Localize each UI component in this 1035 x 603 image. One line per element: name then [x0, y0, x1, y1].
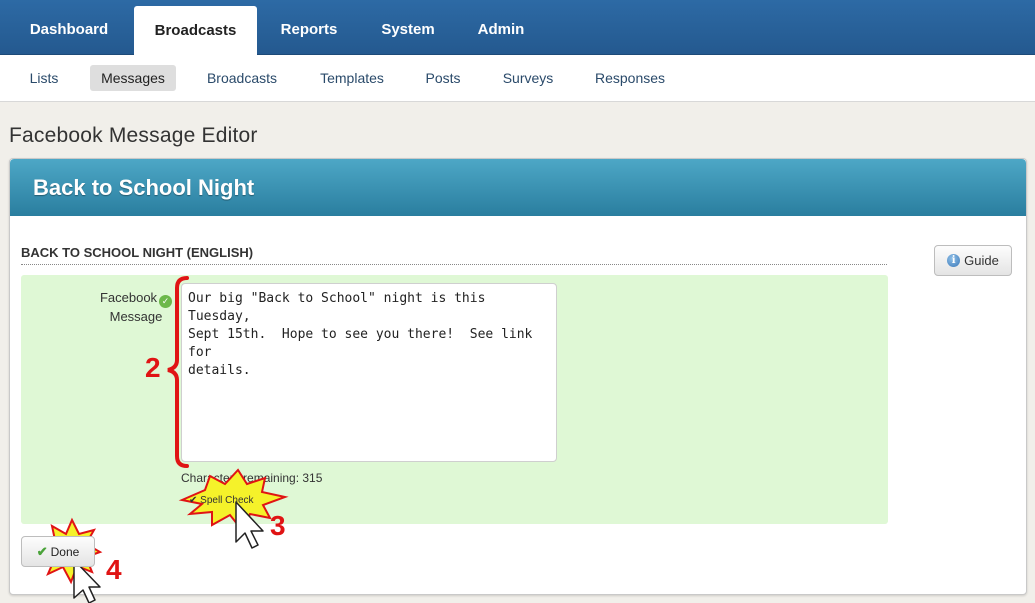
facebook-message-textarea[interactable]: Our big "Back to School" night is this T…: [181, 283, 557, 462]
subnav-lists[interactable]: Lists: [18, 65, 70, 91]
subnav-messages[interactable]: Messages: [90, 65, 176, 91]
done-check-icon: ✔: [36, 543, 48, 559]
panel-header: Back to School Night: [10, 159, 1026, 216]
tab-reports[interactable]: Reports: [262, 0, 356, 55]
guide-button[interactable]: i Guide: [934, 245, 1012, 276]
characters-remaining: Characters remaining: 315: [181, 471, 323, 485]
subnav-broadcasts[interactable]: Broadcasts: [196, 65, 288, 91]
field-label-line2: Message: [109, 309, 163, 324]
tab-system[interactable]: System: [362, 0, 454, 55]
section-heading: BACK TO SCHOOL NIGHT (ENGLISH): [21, 245, 887, 265]
field-label-line1: Facebook: [99, 290, 158, 305]
spell-check-icon: ✔: [189, 495, 198, 506]
panel-title: Back to School Night: [33, 175, 255, 200]
message-field-area: Facebook ✓ Message Our big "Back to Schoo…: [21, 275, 888, 524]
spell-check-label: Spell Check: [200, 495, 254, 506]
done-button[interactable]: ✔ Done: [21, 536, 95, 567]
tab-dashboard[interactable]: Dashboard: [10, 0, 128, 55]
step-number-2: 2: [145, 352, 161, 383]
page-title: Facebook Message Editor: [9, 124, 258, 147]
subnav-surveys[interactable]: Surveys: [492, 65, 564, 91]
tab-broadcasts[interactable]: Broadcasts: [134, 6, 257, 55]
subnav-responses[interactable]: Responses: [584, 65, 676, 91]
done-button-label: Done: [50, 544, 80, 559]
step-number-4: 4: [106, 554, 122, 585]
guide-button-label: Guide: [964, 253, 999, 268]
sub-navigation: Lists Messages Broadcasts Templates Post…: [0, 55, 1035, 102]
editor-panel: Back to School Night BACK TO SCHOOL NIGH…: [9, 158, 1027, 595]
top-navigation: Dashboard Broadcasts Reports System Admi…: [0, 0, 1035, 55]
valid-check-icon: ✓: [159, 295, 173, 308]
info-icon: i: [947, 254, 961, 267]
spell-check-link[interactable]: ✔ Spell Check: [189, 495, 254, 506]
tab-admin[interactable]: Admin: [460, 0, 542, 55]
step-number-3: 3: [270, 510, 286, 541]
subnav-posts[interactable]: Posts: [414, 65, 472, 91]
subnav-templates[interactable]: Templates: [308, 65, 396, 91]
facebook-message-label: Facebook ✓ Message: [81, 289, 191, 326]
